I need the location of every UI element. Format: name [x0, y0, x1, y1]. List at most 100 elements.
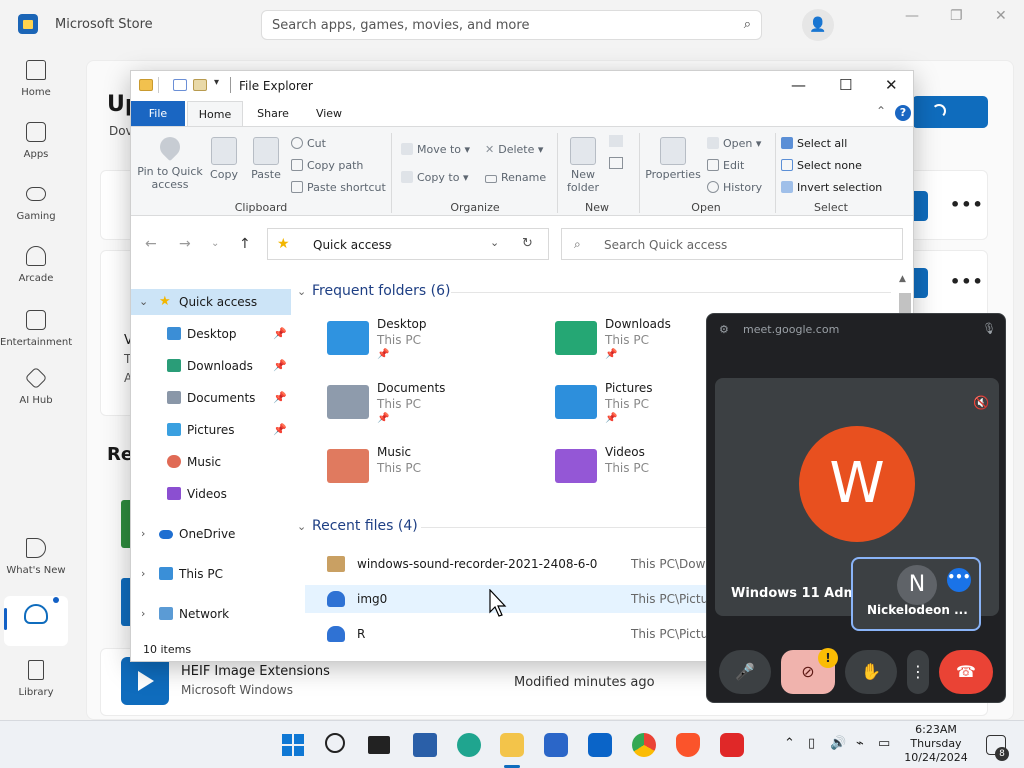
cut-button[interactable]: Cut [291, 137, 326, 150]
breadcrumb-chevron-icon[interactable]: › [388, 238, 392, 251]
microphone-toggle-button[interactable]: 🎤 [719, 650, 771, 694]
copy-button[interactable]: Copy [205, 137, 243, 181]
brave-browser-icon[interactable] [676, 733, 700, 757]
new-folder-button[interactable]: New folder [563, 137, 603, 194]
nav-entertainment[interactable]: Entertainment [0, 310, 72, 348]
more-options-icon[interactable]: ••• [947, 568, 971, 592]
nav-arcade[interactable]: Arcade [0, 246, 72, 284]
more-actions-button[interactable]: ⋮ [907, 650, 929, 694]
address-bar[interactable]: ★ Quick access › ⌄ ↻ [267, 228, 549, 260]
tree-item-downloads[interactable]: Downloads 📌 [131, 353, 291, 379]
system-clock[interactable]: 6:23AM Thursday 10/24/2024 [904, 723, 968, 765]
store-search-input[interactable]: Search apps, games, movies, and more ⌕ [261, 10, 762, 40]
tab-share[interactable]: Share [247, 101, 299, 126]
user-account-icon[interactable]: 👤 [802, 9, 834, 41]
new-item-icon[interactable] [609, 135, 623, 147]
volume-icon[interactable]: 🔊 [830, 736, 846, 751]
raise-hand-button[interactable]: ✋ [845, 650, 897, 694]
minimize-icon[interactable]: — [791, 76, 806, 94]
select-all-button[interactable]: Select all [781, 137, 847, 150]
chevron-down-icon[interactable]: ⌄ [139, 295, 148, 308]
network-tray-icon[interactable]: ⌁ [856, 736, 864, 751]
refresh-icon[interactable]: ↻ [522, 236, 533, 251]
row-action-button[interactable] [912, 191, 928, 221]
nav-home[interactable]: Home [0, 60, 72, 98]
edit-button[interactable]: Edit [707, 159, 744, 172]
chevron-right-icon[interactable]: › [141, 527, 145, 540]
self-view-tile[interactable]: N ••• Nickelodeon ... [851, 557, 981, 631]
tree-item-music[interactable]: Music [131, 449, 291, 475]
more-options-icon[interactable]: ••• [950, 195, 984, 214]
collapse-ribbon-icon[interactable]: ⌃ [876, 104, 886, 118]
scrollbar-thumb[interactable] [899, 293, 911, 313]
tree-item-pictures[interactable]: Pictures 📌 [131, 417, 291, 443]
pin-to-quick-access-button[interactable]: Pin to Quick access [137, 132, 203, 191]
outlook-icon[interactable] [588, 733, 612, 757]
easy-access-icon[interactable] [609, 157, 623, 169]
nav-library[interactable]: Library [0, 660, 72, 698]
file-explorer-taskbar-icon[interactable] [500, 733, 524, 757]
recent-locations-icon[interactable]: ⌄ [211, 238, 219, 249]
tree-item-documents[interactable]: Documents 📌 [131, 385, 291, 411]
row-action-button[interactable] [912, 268, 928, 298]
invert-selection-button[interactable]: Invert selection [781, 181, 882, 194]
delete-button[interactable]: ✕ Delete ▾ [485, 143, 543, 156]
chevron-down-icon[interactable]: ⌄ [297, 520, 306, 533]
tree-item-onedrive[interactable]: › OneDrive [131, 521, 291, 547]
properties-button[interactable]: Properties [643, 137, 703, 181]
paste-button[interactable]: Paste [247, 137, 285, 181]
tree-item-this-pc[interactable]: › This PC [131, 561, 291, 587]
recent-files-header[interactable]: Recent files (4) [312, 518, 418, 534]
chevron-down-icon[interactable]: ⌄ [490, 236, 499, 249]
site-settings-icon[interactable]: ⚙ [719, 323, 729, 336]
edge-browser-icon[interactable] [457, 733, 481, 757]
nav-gaming[interactable]: Gaming [0, 184, 72, 222]
show-hidden-icons-chevron-icon[interactable]: ⌃ [784, 736, 795, 751]
vivaldi-browser-icon[interactable] [720, 733, 744, 757]
paste-shortcut-button[interactable]: Paste shortcut [291, 181, 386, 194]
search-icon[interactable]: ⌕ [744, 17, 751, 32]
explorer-search-input[interactable]: ⌕ Search Quick access [561, 228, 903, 260]
copy-path-button[interactable]: Copy path [291, 159, 363, 172]
new-folder-quick-icon[interactable] [193, 79, 207, 91]
minimize-icon[interactable]: — [905, 8, 919, 24]
nav-whats-new[interactable]: What's New [0, 538, 72, 576]
tree-item-network[interactable]: › Network [131, 601, 291, 627]
task-view-icon[interactable] [368, 736, 390, 754]
get-updates-button[interactable] [912, 96, 988, 128]
close-icon[interactable]: ✕ [995, 8, 1007, 24]
leave-call-button[interactable]: ☎ [939, 650, 993, 694]
maximize-icon[interactable]: ☐ [839, 76, 852, 94]
chevron-right-icon[interactable]: › [141, 607, 145, 620]
maximize-icon[interactable]: ❐ [950, 8, 963, 24]
copy-to-button[interactable]: Copy to ▾ [401, 171, 468, 184]
tree-item-videos[interactable]: Videos [131, 481, 291, 507]
close-icon[interactable]: ✕ [885, 76, 898, 94]
rename-button[interactable]: Rename [485, 171, 546, 184]
tab-file[interactable]: File [131, 101, 185, 126]
nav-ai-hub[interactable]: AI Hub [0, 366, 72, 406]
start-button[interactable] [281, 733, 305, 757]
open-button[interactable]: Open ▾ [707, 137, 761, 150]
chevron-down-icon[interactable]: ⌄ [297, 285, 306, 298]
more-options-icon[interactable]: ••• [950, 272, 984, 291]
properties-quick-icon[interactable] [173, 79, 187, 91]
move-to-button[interactable]: Move to ▾ [401, 143, 470, 156]
tree-item-quick-access[interactable]: ⌄ ★ Quick access [131, 289, 291, 315]
chevron-right-icon[interactable]: › [141, 567, 145, 580]
frequent-folders-header[interactable]: Frequent folders (6) [312, 283, 451, 299]
widgets-icon[interactable] [413, 733, 437, 757]
chrome-browser-icon[interactable] [632, 733, 656, 757]
battery-icon[interactable]: ▯ [808, 736, 815, 751]
back-arrow-icon[interactable]: ← [145, 236, 157, 252]
scroll-up-icon[interactable]: ▲ [899, 274, 906, 284]
up-arrow-icon[interactable]: ↑ [239, 236, 251, 252]
history-button[interactable]: History [707, 181, 762, 194]
customize-quick-access-icon[interactable]: ▾ [214, 77, 219, 88]
forward-arrow-icon[interactable]: → [179, 236, 191, 252]
microsoft-store-taskbar-icon[interactable] [544, 733, 568, 757]
tab-home[interactable]: Home [187, 101, 243, 126]
display-icon[interactable]: ▭ [878, 736, 890, 751]
tab-view[interactable]: View [303, 101, 355, 126]
select-none-button[interactable]: Select none [781, 159, 862, 172]
